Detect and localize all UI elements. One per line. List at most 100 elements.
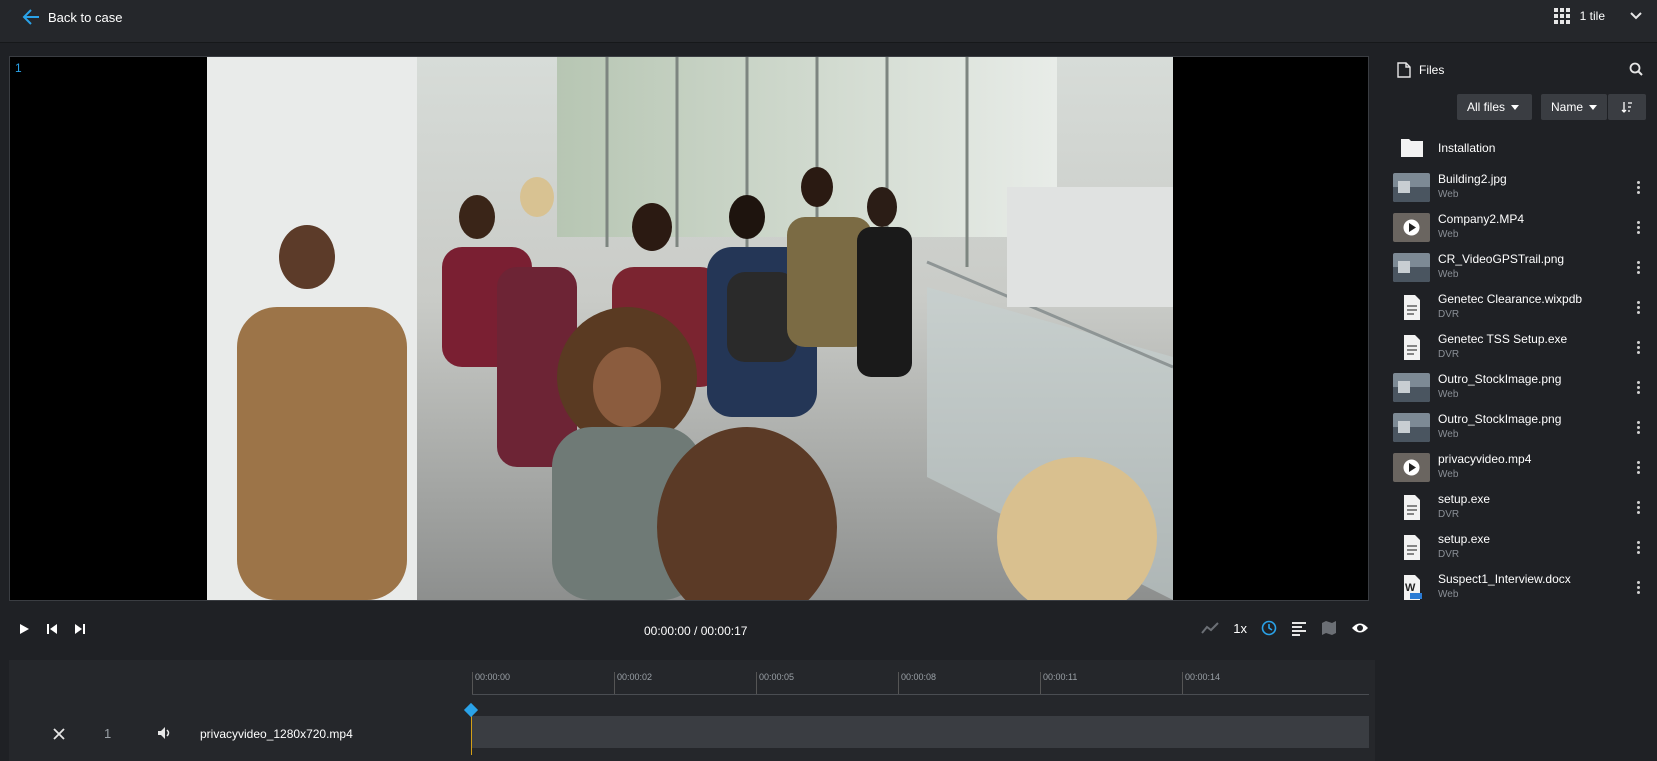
image-thumbnail bbox=[1393, 253, 1430, 282]
back-to-case-button[interactable]: Back to case bbox=[22, 8, 122, 26]
file-list-item[interactable]: Genetec TSS Setup.exe DVR bbox=[1389, 329, 1657, 369]
timeline[interactable]: 00:00:00 00:00:02 00:00:05 00:00:08 00:00:11… bbox=[9, 660, 1375, 761]
file-list-item[interactable]: Installation bbox=[1389, 129, 1657, 169]
more-options-icon[interactable] bbox=[1637, 219, 1641, 236]
document-icon bbox=[1393, 293, 1430, 322]
files-panel-header: Files bbox=[1397, 62, 1444, 78]
file-list-item[interactable]: setup.exe DVR bbox=[1389, 489, 1657, 529]
file-list-item[interactable]: Building2.jpg Web bbox=[1389, 169, 1657, 209]
track-number: 1 bbox=[104, 726, 112, 741]
caret-down-icon bbox=[1589, 104, 1597, 110]
file-source: DVR bbox=[1438, 549, 1460, 560]
document-icon bbox=[1393, 493, 1430, 522]
timeline-ruler[interactable]: 00:00:00 00:00:02 00:00:05 00:00:08 00:00:11… bbox=[472, 672, 1369, 695]
file-source: DVR bbox=[1438, 349, 1460, 360]
file-name: Building2.jpg bbox=[1438, 172, 1507, 186]
clock-icon[interactable] bbox=[1261, 620, 1277, 636]
more-options-icon[interactable] bbox=[1637, 499, 1641, 516]
image-thumbnail bbox=[1393, 173, 1430, 202]
file-source: Web bbox=[1438, 189, 1459, 200]
file-source: DVR bbox=[1438, 309, 1460, 320]
file-list-item[interactable]: Genetec Clearance.wixpdb DVR bbox=[1389, 289, 1657, 329]
file-list-item[interactable]: CR_VideoGPSTrail.png Web bbox=[1389, 249, 1657, 289]
sort-direction-button[interactable] bbox=[1608, 94, 1646, 120]
playhead-handle[interactable] bbox=[463, 702, 479, 718]
timeline-tick: 00:00:14 bbox=[1182, 672, 1220, 694]
folder-icon bbox=[1393, 133, 1430, 162]
file-name: Installation bbox=[1438, 141, 1496, 155]
file-name: Company2.MP4 bbox=[1438, 212, 1525, 226]
file-list-item[interactable]: setup.exe DVR bbox=[1389, 529, 1657, 569]
sort-field-label: Name bbox=[1551, 100, 1584, 114]
caret-down-icon bbox=[1511, 104, 1520, 110]
trend-icon[interactable] bbox=[1201, 621, 1219, 635]
grid-icon bbox=[1553, 8, 1570, 24]
search-icon[interactable] bbox=[1629, 62, 1643, 76]
play-icon[interactable] bbox=[17, 622, 31, 636]
back-to-case-label: Back to case bbox=[48, 9, 123, 25]
file-source: Web bbox=[1438, 429, 1459, 440]
files-panel-title: Files bbox=[1419, 63, 1445, 77]
file-name: Genetec Clearance.wixpdb bbox=[1438, 292, 1583, 306]
file-list-item[interactable]: W Suspect1_Interview.docx Web bbox=[1389, 569, 1657, 609]
map-icon[interactable] bbox=[1321, 620, 1337, 636]
more-options-icon[interactable] bbox=[1637, 379, 1641, 396]
file-source: Web bbox=[1438, 269, 1459, 280]
file-name: Genetec TSS Setup.exe bbox=[1438, 332, 1568, 346]
playback-speed[interactable]: 1x bbox=[1233, 621, 1247, 636]
file-source: DVR bbox=[1438, 509, 1460, 520]
eye-icon[interactable] bbox=[1351, 621, 1369, 635]
file-filter-dropdown[interactable]: All files bbox=[1457, 94, 1532, 120]
video-thumbnail bbox=[1393, 213, 1430, 242]
timeline-tick: 00:00:08 bbox=[898, 672, 936, 694]
more-options-icon[interactable] bbox=[1637, 539, 1641, 556]
playback-controls: 00:00:00 / 00:00:17 1x bbox=[9, 612, 1375, 650]
file-source: Web bbox=[1438, 389, 1459, 400]
more-options-icon[interactable] bbox=[1637, 579, 1641, 596]
file-name: setup.exe bbox=[1438, 492, 1491, 506]
video-frame[interactable] bbox=[207, 57, 1173, 600]
file-list-item[interactable]: Company2.MP4 Web bbox=[1389, 209, 1657, 249]
tile-count-label: 1 tile bbox=[1579, 9, 1605, 23]
tile-selector[interactable]: 1 tile bbox=[1553, 8, 1643, 24]
sort-icon bbox=[1621, 102, 1632, 113]
timeline-tick: 00:00:05 bbox=[756, 672, 794, 694]
more-options-icon[interactable] bbox=[1637, 179, 1641, 196]
more-options-icon[interactable] bbox=[1637, 419, 1641, 436]
track-bar[interactable] bbox=[472, 716, 1369, 748]
arrow-left-icon bbox=[22, 9, 39, 25]
video-viewer[interactable]: 1 bbox=[9, 56, 1369, 601]
file-list-item[interactable]: Outro_StockImage.png Web bbox=[1389, 369, 1657, 409]
file-list: Installation Building2.jpg Web Company2.MP4… bbox=[1389, 129, 1657, 609]
file-filter-label: All files bbox=[1467, 100, 1506, 114]
timeline-tick: 00:00:11 bbox=[1040, 672, 1077, 694]
file-source: Web bbox=[1438, 589, 1459, 600]
more-options-icon[interactable] bbox=[1637, 259, 1641, 276]
file-name: privacyvideo.mp4 bbox=[1438, 452, 1532, 466]
image-thumbnail bbox=[1393, 373, 1430, 402]
document-icon: W bbox=[1393, 573, 1430, 602]
top-bar: Back to case 1 tile bbox=[0, 0, 1657, 43]
skip-forward-icon[interactable] bbox=[73, 622, 87, 636]
track-file-name: privacyvideo_1280x720.mp4 bbox=[200, 727, 353, 741]
file-source: Web bbox=[1438, 469, 1459, 480]
file-icon bbox=[1397, 62, 1411, 78]
more-options-icon[interactable] bbox=[1637, 299, 1641, 316]
files-panel: Files All files Name Installation Buildin… bbox=[1389, 52, 1657, 761]
image-thumbnail bbox=[1393, 413, 1430, 442]
close-icon[interactable] bbox=[53, 728, 65, 740]
timeline-tick: 00:00:02 bbox=[614, 672, 652, 694]
text-lines-icon[interactable] bbox=[1291, 620, 1307, 636]
skip-back-icon[interactable] bbox=[45, 622, 59, 636]
file-name: CR_VideoGPSTrail.png bbox=[1438, 252, 1565, 266]
more-options-icon[interactable] bbox=[1637, 459, 1641, 476]
volume-icon[interactable] bbox=[157, 726, 173, 740]
file-name: Outro_StockImage.png bbox=[1438, 372, 1562, 386]
file-list-item[interactable]: Outro_StockImage.png Web bbox=[1389, 409, 1657, 449]
video-thumbnail bbox=[1393, 453, 1430, 482]
file-list-item[interactable]: privacyvideo.mp4 Web bbox=[1389, 449, 1657, 489]
more-options-icon[interactable] bbox=[1637, 339, 1641, 356]
sort-field-dropdown[interactable]: Name bbox=[1541, 94, 1607, 120]
file-name: setup.exe bbox=[1438, 532, 1491, 546]
chevron-down-icon[interactable] bbox=[1615, 8, 1643, 24]
